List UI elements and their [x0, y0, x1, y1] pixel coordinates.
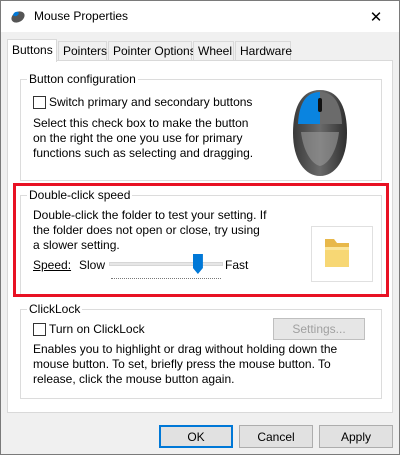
tab-wheel[interactable]: Wheel: [193, 41, 234, 61]
close-icon: ✕: [369, 8, 383, 26]
cancel-button[interactable]: Cancel: [239, 425, 313, 448]
speed-label: Speed:: [33, 258, 72, 272]
close-button[interactable]: ✕: [353, 1, 399, 32]
switch-buttons-checkbox[interactable]: [33, 95, 46, 109]
mouse-illustration: [289, 88, 351, 181]
clicklock-description: Enables you to highlight or drag without…: [33, 342, 338, 386]
checkbox-label: Turn on ClickLock: [49, 322, 145, 336]
mouse-icon: [9, 8, 27, 24]
double-click-description: Double-click the folder to test your set…: [33, 208, 267, 252]
group-title: ClickLock: [27, 302, 83, 316]
double-click-speed-slider[interactable]: [109, 262, 223, 266]
test-folder-box[interactable]: [311, 226, 373, 282]
switch-buttons-checkbox-row[interactable]: Switch primary and secondary buttons: [33, 95, 252, 109]
group-title: Double-click speed: [27, 188, 133, 202]
tab-hardware[interactable]: Hardware: [235, 41, 292, 61]
slider-ticks: [111, 278, 221, 279]
slider-thumb[interactable]: [192, 254, 203, 274]
clicklock-checkbox-row[interactable]: Turn on ClickLock: [33, 322, 145, 336]
folder-icon: [322, 235, 352, 274]
apply-button[interactable]: Apply: [319, 425, 393, 448]
slow-label: Slow: [79, 258, 106, 272]
tab-buttons[interactable]: Buttons: [7, 39, 57, 62]
button-configuration-group: Button configuration Switch primary and …: [20, 72, 382, 181]
ok-button[interactable]: OK: [159, 425, 233, 448]
double-click-speed-group: Double-click speed Double-click the fold…: [20, 188, 382, 295]
checkbox-label: Switch primary and secondary buttons: [49, 95, 253, 109]
button-config-description: Select this check box to make the button…: [33, 116, 254, 160]
clicklock-checkbox[interactable]: [33, 322, 46, 336]
clicklock-group: ClickLock Turn on ClickLock Settings... …: [20, 302, 382, 399]
group-title: Button configuration: [27, 72, 138, 86]
fast-label: Fast: [225, 258, 249, 272]
mouse-properties-window: Mouse Properties ✕ Buttons Pointers Poin…: [0, 0, 400, 455]
tab-pointer-options[interactable]: Pointer Options: [108, 41, 196, 61]
tab-pointers[interactable]: Pointers: [58, 41, 107, 61]
title-bar: Mouse Properties ✕: [1, 1, 399, 32]
clicklock-settings-button[interactable]: Settings...: [273, 318, 365, 340]
tab-panel: Button configuration Switch primary and …: [7, 60, 393, 413]
window-title: Mouse Properties: [34, 9, 129, 23]
